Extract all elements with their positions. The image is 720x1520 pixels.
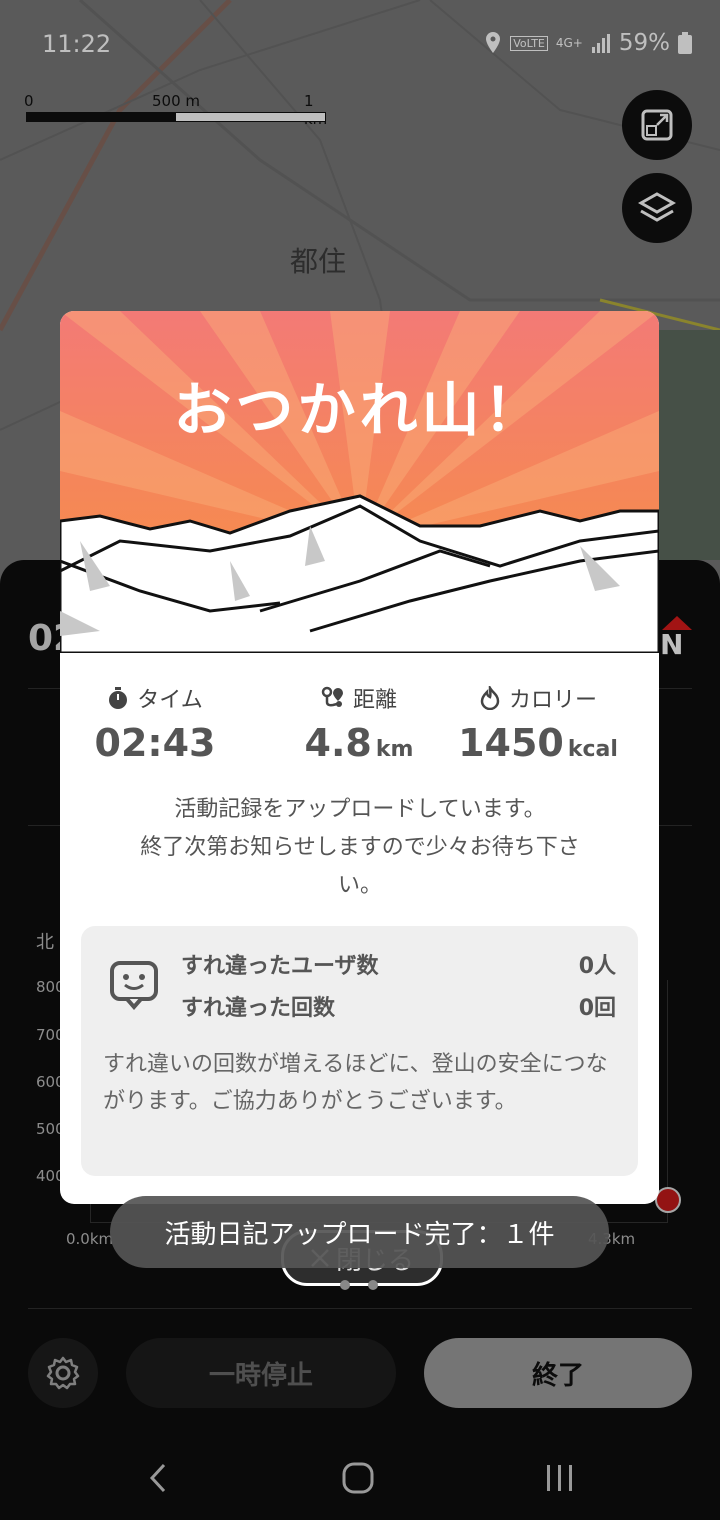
- page-dot: [368, 1280, 378, 1290]
- finish-dialog: おつかれ山！ タイム 02:43 距離 4.8 km カロリー 1450 kcal …: [60, 311, 659, 1204]
- hero-banner: おつかれ山！: [60, 311, 659, 653]
- passed-users-value: 0人: [578, 954, 616, 979]
- route-icon: [321, 686, 343, 707]
- passed-users-label: すれ違ったユーザ数: [181, 954, 379, 979]
- time-value: 02:43: [94, 721, 216, 765]
- passing-note: すれ違いの回数が増えるほどに、登山の安全につながります。ご協力ありがとうございま…: [103, 1052, 608, 1114]
- upload-complete-toast: 活動日記アップロード完了：１件: [110, 1196, 609, 1268]
- passed-count-label: すれ違った回数: [181, 996, 336, 1021]
- stopwatch-icon: [109, 687, 128, 709]
- calorie-value: 1450: [458, 721, 564, 765]
- pass-device-icon: [110, 961, 158, 1010]
- calorie-stat: カロリー 1450 kcal: [438, 683, 638, 765]
- passed-count-value: 0回: [578, 996, 616, 1021]
- time-stat: タイム 02:43: [60, 683, 250, 765]
- distance-unit: km: [375, 737, 414, 762]
- distance-label: 距離: [352, 688, 397, 713]
- upload-message: 活動記録をアップロードしています。 終了次第お知らせしますので少々お待ち下さ い…: [140, 797, 580, 898]
- time-label: タイム: [137, 688, 203, 713]
- calorie-unit: kcal: [567, 737, 618, 762]
- distance-value: 4.8: [304, 721, 372, 765]
- calorie-label: カロリー: [508, 688, 597, 713]
- dialog-title: おつかれ山！: [173, 376, 546, 444]
- page-dot: [340, 1280, 350, 1290]
- flame-icon: [480, 686, 500, 710]
- distance-stat: 距離 4.8 km: [264, 683, 454, 765]
- passing-info-box: すれ違ったユーザ数 0人 すれ違った回数 0回 すれ違いの回数が増えるほどに、登…: [81, 926, 638, 1176]
